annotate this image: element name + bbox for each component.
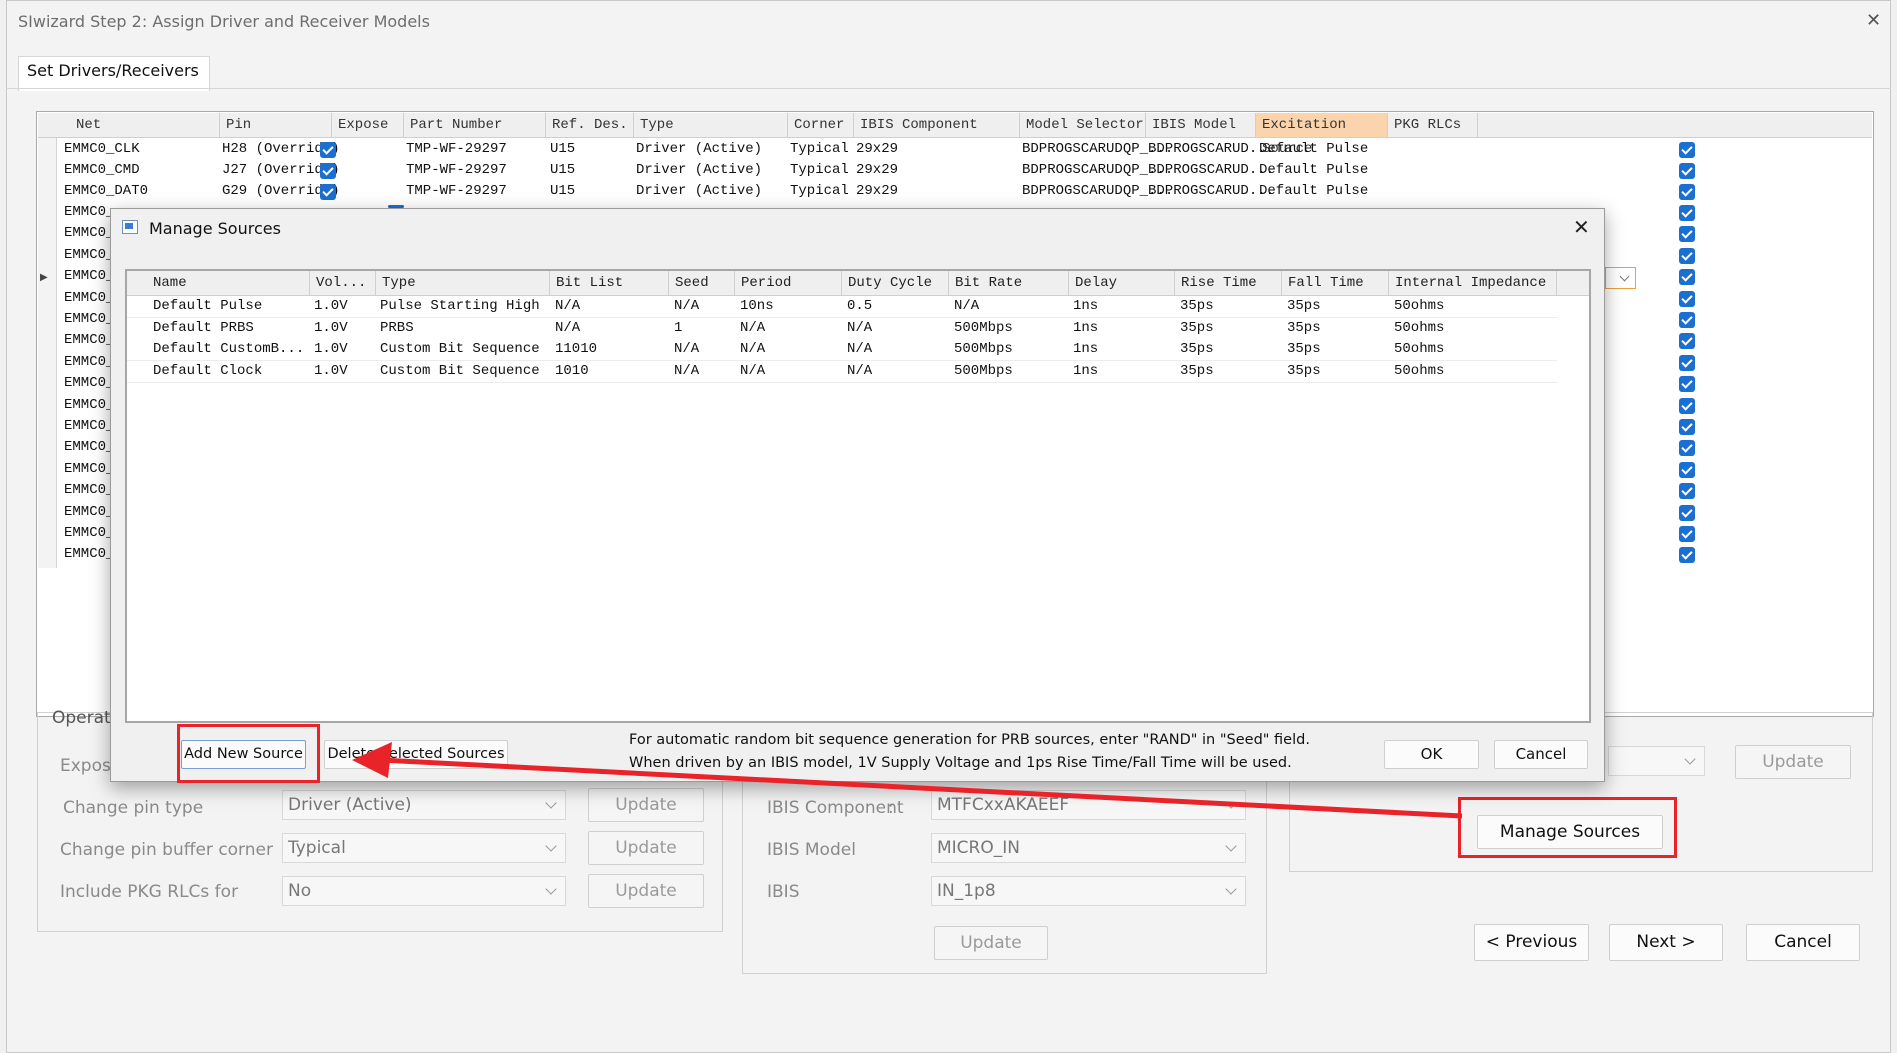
annotation-arrow [352,742,1463,819]
arrow-head [352,742,392,778]
arrow-shaft [379,757,1463,819]
